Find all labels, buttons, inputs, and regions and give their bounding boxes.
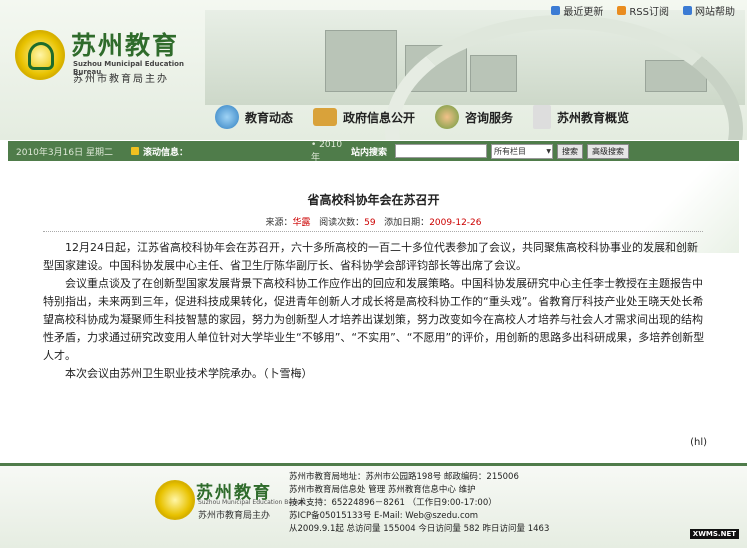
main-nav: 教育动态 政府信息公开 咨询服务 苏州教育概览 (205, 98, 745, 136)
nav-item-overview[interactable]: 苏州教育概览 (523, 98, 639, 136)
footer-logo-subtitle: 苏州市教育局主办 (198, 511, 271, 521)
article-title: 省高校科协年会在苏召开 (307, 193, 440, 207)
speaker-icon (131, 147, 139, 155)
footer-address: 苏州市教育局地址：苏州市公园路198号 邮政编码：215006 (289, 472, 519, 482)
folder-icon (313, 108, 338, 126)
footer-icp-email[interactable]: 苏ICP备05015133号 E-Mail: Web@szedu.com (289, 510, 549, 523)
scrolling-year: • 2010年 (311, 139, 343, 163)
article-paragraph: 会议重点谈及了在创新型国家发展背景下高校科协工作应作出的回应和发展策略。中国科协… (43, 277, 705, 362)
top-links: 最近更新 RSS订阅 网站帮助 (551, 3, 735, 18)
top-link-rss[interactable]: RSS订阅 (617, 3, 669, 18)
footer-support: 技术支持：65224896－8261 （工作日9:00-17:00） (289, 498, 497, 508)
document-icon (533, 105, 552, 129)
footer-emblem-icon (155, 480, 195, 520)
search-input[interactable] (395, 144, 487, 158)
rss-icon (617, 6, 627, 15)
scrolling-info: 滚动信息： (131, 145, 311, 158)
publish-date: 2009-12-26 (429, 218, 482, 228)
logo-title: 苏州教育 (71, 31, 180, 60)
footer-info: 苏州市教育局地址：苏州市公园路198号 邮政编码：215006 苏州市教育局信息… (289, 471, 549, 536)
search-bar: 2010年3月16日 星期二 滚动信息： • 2010年 站内搜索 所有栏目 ▼ … (8, 139, 739, 163)
current-date: 2010年3月16日 星期二 (16, 147, 113, 158)
view-count: 59 (364, 218, 376, 228)
site-footer: 苏州教育 Suzhou Municipal Education Bureau 苏… (0, 463, 747, 548)
nav-item-consulting[interactable]: 咨询服务 (425, 98, 523, 136)
chevron-down-icon: ▼ (546, 147, 551, 155)
article-paragraph: 12月24日起，江苏省高校科协年会在苏召开，六十多所高校的一百二十多位代表参加了… (43, 241, 698, 272)
divider (43, 231, 703, 232)
watermark: XWMS.NET (689, 529, 739, 539)
footer-management: 苏州市教育局信息处 管理 苏州教育信息中心 维护 (289, 485, 476, 495)
site-logo[interactable]: 苏州教育 Suzhou Municipal Education Bureau 苏… (15, 22, 205, 92)
help-icon (683, 6, 692, 15)
article-body: 12月24日起，江苏省高校科协年会在苏召开，六十多所高校的一百二十多位代表参加了… (43, 239, 705, 383)
globe-icon (215, 105, 239, 129)
nav-item-gov-info[interactable]: 政府信息公开 (303, 98, 425, 136)
article-paragraph: 本次会议由苏州卫生职业技术学院承办。（卜雪梅） (65, 367, 313, 380)
people-icon (435, 105, 460, 129)
nav-item-education-news[interactable]: 教育动态 (205, 98, 303, 136)
search-label: 站内搜索 (351, 147, 388, 158)
article-meta: 来源：华露 阅读次数：59 添加日期：2009-12-26 (265, 218, 482, 228)
article-source: 华露 (292, 218, 311, 228)
page: 最近更新 RSS订阅 网站帮助 苏州教育 Suzhou Municipal Ed… (0, 0, 747, 548)
site-header: 最近更新 RSS订阅 网站帮助 苏州教育 Suzhou Municipal Ed… (0, 0, 747, 140)
search-button[interactable]: 搜索 (557, 143, 583, 159)
category-select[interactable]: 所有栏目 ▼ (491, 143, 553, 159)
header-banner-image (205, 10, 745, 140)
logo-subtitle: 苏州市教育局主办 (73, 74, 169, 85)
top-link-recent[interactable]: 最近更新 (551, 3, 603, 18)
article-content: 省高校科协年会在苏召开 来源：华露 阅读次数：59 添加日期：2009-12-2… (8, 163, 739, 463)
update-icon (551, 6, 561, 15)
editor-tag: (hl) (690, 437, 707, 448)
advanced-search-button[interactable]: 高级搜索 (587, 143, 629, 159)
top-link-help[interactable]: 网站帮助 (683, 3, 735, 18)
footer-visit-stats: 从2009.9.1起 总访问量 155004 今日访问量 582 昨日访问量 1… (289, 524, 550, 534)
emblem-icon (15, 30, 65, 80)
